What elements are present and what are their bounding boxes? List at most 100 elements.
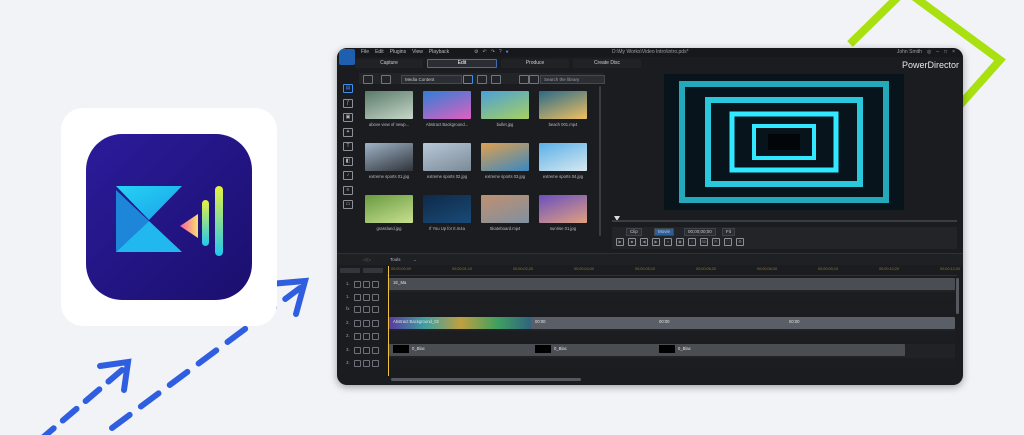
clip-d[interactable]: [907, 317, 955, 329]
track-enable-checkbox[interactable]: [363, 320, 370, 327]
fx-room-icon[interactable]: ƒ: [343, 98, 353, 108]
timeline-view-button[interactable]: [363, 268, 383, 273]
track-lane-audio-3[interactable]: [387, 358, 955, 368]
media-thumbnail[interactable]: [539, 91, 587, 119]
track-manager-button[interactable]: [340, 268, 360, 273]
next-frame-icon[interactable]: ▶: [652, 238, 660, 246]
clip-c[interactable]: 00:00: [785, 317, 909, 329]
fit-dropdown[interactable]: Fit: [722, 228, 735, 236]
track-type-icon[interactable]: [354, 347, 361, 354]
track-type-icon[interactable]: [354, 306, 361, 313]
clip-mode-button[interactable]: Clip: [626, 228, 642, 236]
media-thumbnail[interactable]: [481, 91, 529, 119]
menu-item-playback[interactable]: Playback: [429, 49, 449, 55]
track-enable-checkbox[interactable]: [363, 333, 370, 340]
3d-mode-icon[interactable]: 3D: [700, 238, 708, 246]
media-scrollbar[interactable]: [599, 86, 601, 236]
track-lane-audio-2[interactable]: [387, 331, 955, 341]
snapshot-icon[interactable]: ◉: [676, 238, 684, 246]
preview-scrubber[interactable]: [612, 220, 957, 222]
media-thumbnail[interactable]: [423, 91, 471, 119]
particle-room-icon[interactable]: ✦: [343, 127, 353, 137]
media-thumbnail[interactable]: [365, 143, 413, 171]
track-lane-video-2[interactable]: Abstract Background_02 00:00 00:00 00:00: [387, 317, 955, 331]
title-room-icon[interactable]: T: [343, 142, 353, 151]
upload-icon[interactable]: ●: [506, 49, 509, 55]
track-lock-icon[interactable]: [372, 333, 379, 340]
media-thumbnail[interactable]: [481, 195, 529, 223]
chevron-down-icon[interactable]: ⌄: [413, 257, 417, 263]
clip-track1[interactable]: 1E_Ma: [389, 278, 955, 290]
track-enable-checkbox[interactable]: [363, 294, 370, 301]
library-search-input[interactable]: Search the library: [540, 75, 605, 84]
movie-mode-button[interactable]: Movie: [654, 228, 675, 236]
clip-black-1[interactable]: 0_Blac: [389, 344, 533, 356]
track-lane-fx[interactable]: [387, 304, 955, 314]
view-mode-icon[interactable]: [519, 75, 529, 84]
fast-forward-icon[interactable]: »: [664, 238, 672, 246]
powerdirector-app-icon[interactable]: [86, 134, 252, 300]
track-enable-checkbox[interactable]: [363, 281, 370, 288]
track-enable-checkbox[interactable]: [363, 306, 370, 313]
track-enable-checkbox[interactable]: [363, 360, 370, 367]
volume-icon[interactable]: ♪: [688, 238, 696, 246]
previous-frame-icon[interactable]: ◀: [640, 238, 648, 246]
media-room-icon[interactable]: ▤: [343, 84, 353, 93]
timeline-horizontal-scrollbar[interactable]: [391, 378, 581, 381]
media-thumbnail[interactable]: [423, 195, 471, 223]
undock-icon[interactable]: ⇱: [712, 238, 720, 246]
media-thumbnail[interactable]: [539, 143, 587, 171]
timecode-display[interactable]: 00;00;00;00: [684, 228, 716, 236]
menu-item-plugins[interactable]: Plugins: [390, 49, 406, 55]
tab-edit[interactable]: Edit: [427, 59, 497, 68]
chapter-room-icon[interactable]: ≡: [343, 185, 353, 195]
account-icon[interactable]: ◎: [927, 49, 931, 55]
video-filter-icon[interactable]: [463, 75, 473, 84]
track-type-icon[interactable]: [354, 294, 361, 301]
track-type-icon[interactable]: [354, 320, 361, 327]
timeline-playhead[interactable]: [388, 266, 389, 376]
audio-mixing-icon[interactable]: ♪: [343, 171, 353, 180]
undo-icon[interactable]: ↶: [482, 49, 486, 55]
full-screen-icon[interactable]: ⛶: [724, 238, 732, 246]
tools-menu[interactable]: Tools: [390, 257, 401, 262]
menu-item-edit[interactable]: Edit: [375, 49, 384, 55]
clip-abstract-background[interactable]: Abstract Background_02: [389, 317, 533, 329]
audio-filter-icon[interactable]: [491, 75, 501, 84]
image-filter-icon[interactable]: [477, 75, 487, 84]
clip-b[interactable]: 00:00: [655, 317, 787, 329]
track-lock-icon[interactable]: [372, 347, 379, 354]
media-thumbnail[interactable]: [365, 195, 413, 223]
track-type-icon[interactable]: [354, 281, 361, 288]
settings-icon[interactable]: ⚙: [474, 49, 478, 55]
clip-a[interactable]: 00:00: [531, 317, 657, 329]
track-enable-checkbox[interactable]: [363, 347, 370, 354]
play-icon[interactable]: ▶: [616, 238, 624, 246]
track-lock-icon[interactable]: [372, 294, 379, 301]
tab-capture[interactable]: Capture: [355, 59, 423, 68]
media-thumbnail[interactable]: [481, 143, 529, 171]
stop-icon[interactable]: ■: [628, 238, 636, 246]
transition-room-icon[interactable]: ◧: [343, 156, 353, 166]
plugins-icon[interactable]: [381, 75, 391, 84]
track-lane-audio-1[interactable]: [387, 292, 955, 302]
menu-item-file[interactable]: File: [361, 49, 369, 55]
maximize-icon[interactable]: □: [944, 49, 947, 55]
timeline-nav-icon[interactable]: ◁ ▷: [363, 257, 371, 263]
library-menu-icon[interactable]: [529, 75, 539, 84]
minimize-icon[interactable]: –: [936, 49, 939, 55]
menu-item-view[interactable]: View: [412, 49, 423, 55]
media-thumbnail[interactable]: [365, 91, 413, 119]
settings-small-icon[interactable]: ⚙: [736, 238, 744, 246]
media-thumbnail[interactable]: [423, 143, 471, 171]
track-lock-icon[interactable]: [372, 306, 379, 313]
track-lock-icon[interactable]: [372, 320, 379, 327]
close-icon[interactable]: ×: [952, 49, 955, 55]
track-type-icon[interactable]: [354, 333, 361, 340]
track-lock-icon[interactable]: [372, 281, 379, 288]
track-lane-video-1[interactable]: 1E_Ma: [387, 278, 955, 292]
import-icon[interactable]: [363, 75, 373, 84]
help-icon[interactable]: ?: [499, 49, 502, 55]
timeline-ruler[interactable]: 00;00;00;00 00;00;01;10 00;00;02;20 00;00;0…: [387, 266, 960, 276]
redo-icon[interactable]: ↷: [491, 49, 495, 55]
